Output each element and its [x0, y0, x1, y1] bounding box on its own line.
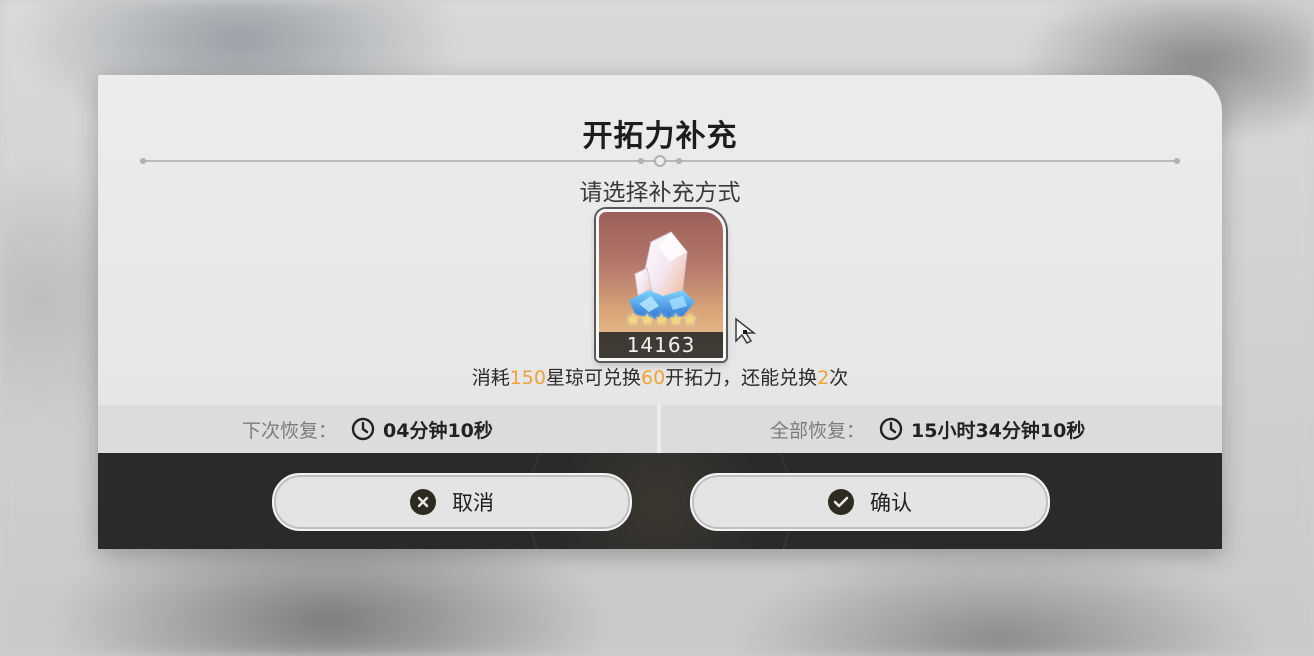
trailblaze-power-refill-dialog: 开拓力补充 请选择补充方式 ★★★★★ 14163 消耗150星琼可兑换60开拓… — [98, 75, 1222, 549]
full-recovery: 全部恢复： 15小时34分钟10秒 — [770, 405, 1085, 453]
power-amount: 60 — [640, 367, 666, 389]
cancel-label: 取消 — [452, 491, 494, 515]
clock-icon — [879, 417, 903, 441]
jade-cost: 150 — [509, 367, 546, 389]
item-count: 14163 — [599, 332, 723, 358]
dialog-title: 开拓力补充 — [582, 119, 738, 154]
exchange-info-text: 消耗150星琼可兑换60开拓力，还能兑换2次 — [471, 367, 849, 389]
full-recovery-label: 全部恢复： — [770, 419, 866, 442]
remaining-exchanges: 2 — [817, 367, 830, 389]
stellar-jade-item-card[interactable]: ★★★★★ 14163 — [596, 209, 726, 361]
next-recovery-time: 04分钟10秒 — [383, 419, 493, 442]
close-icon — [410, 489, 436, 515]
recovery-bar: 下次恢复： 04分钟10秒 全部恢复： 15小时34分钟10秒 — [98, 405, 1222, 453]
title-divider — [140, 155, 1180, 167]
clock-icon — [351, 417, 375, 441]
next-recovery-label: 下次恢复： — [242, 419, 338, 442]
confirm-button[interactable]: 确认 — [690, 473, 1050, 531]
full-recovery-time: 15小时34分钟10秒 — [911, 419, 1086, 442]
rarity-stars: ★★★★★ — [625, 310, 697, 330]
mouse-cursor-icon — [735, 317, 757, 344]
next-recovery: 下次恢复： 04分钟10秒 — [242, 405, 493, 453]
check-icon — [828, 489, 854, 515]
dialog-subtitle: 请选择补充方式 — [579, 180, 741, 206]
confirm-label: 确认 — [870, 491, 912, 515]
recovery-separator — [657, 405, 661, 453]
dialog-footer: 取消 确认 — [98, 453, 1222, 549]
cancel-button[interactable]: 取消 — [272, 473, 632, 531]
